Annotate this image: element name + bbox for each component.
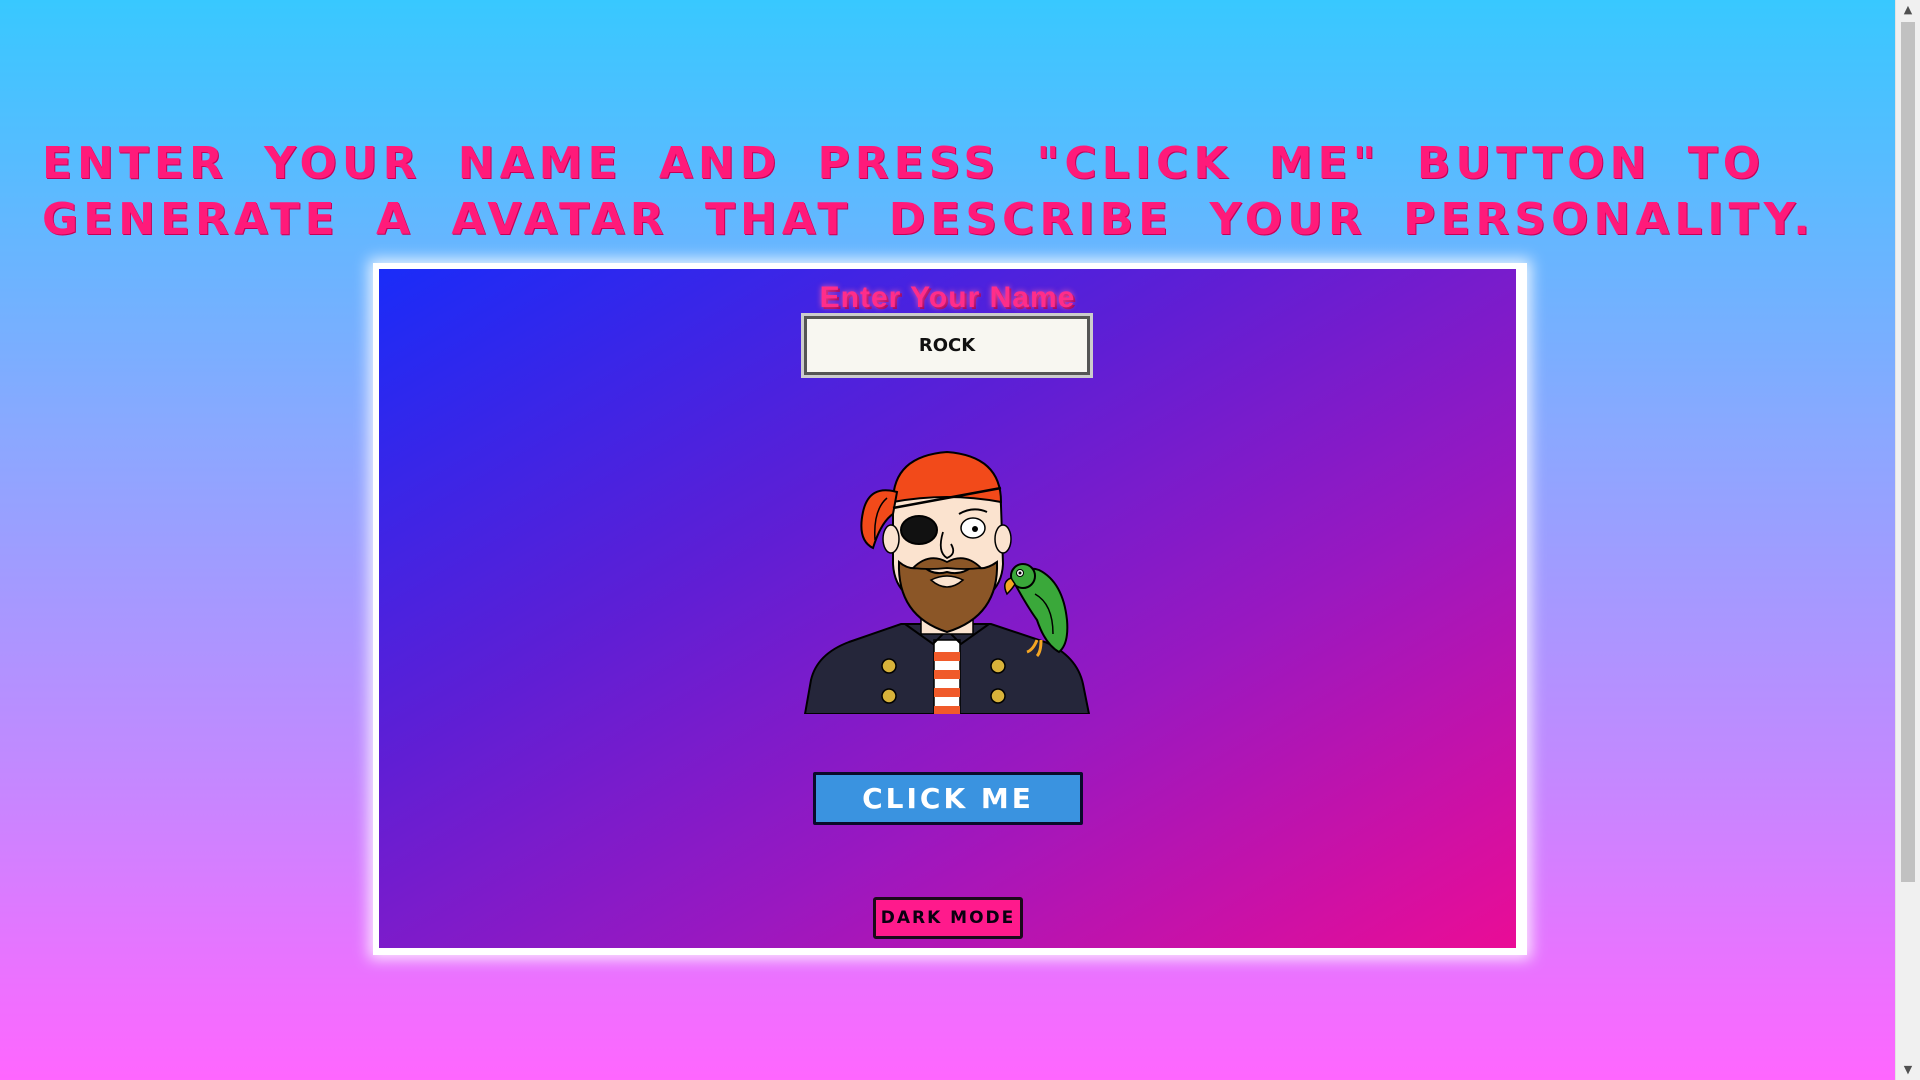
- avatar-card-frame: Enter Your Name Rock CLICK ME DARK MODE: [373, 263, 1527, 955]
- dark-mode-button[interactable]: Dark mode: [873, 897, 1023, 939]
- click-me-button[interactable]: Click me: [813, 772, 1083, 825]
- instructions-headline: Enter your name and press "Click me" but…: [42, 138, 1815, 245]
- pirate-avatar-image: [801, 444, 1095, 715]
- pirate-avatar-icon: [803, 450, 1091, 715]
- name-input[interactable]: [801, 313, 1093, 378]
- vertical-scrollbar[interactable]: ▲ ▼: [1895, 0, 1920, 1080]
- avatar-card: Enter Your Name Rock CLICK ME DARK MODE: [379, 269, 1516, 948]
- scroll-down-arrow-icon[interactable]: ▼: [1896, 1060, 1920, 1080]
- name-label: Enter Your Name: [819, 281, 1076, 314]
- scroll-up-arrow-icon[interactable]: ▲: [1896, 0, 1920, 20]
- scrollbar-thumb[interactable]: [1901, 22, 1915, 882]
- page: Enter your name and press "Click me" but…: [0, 0, 1896, 1080]
